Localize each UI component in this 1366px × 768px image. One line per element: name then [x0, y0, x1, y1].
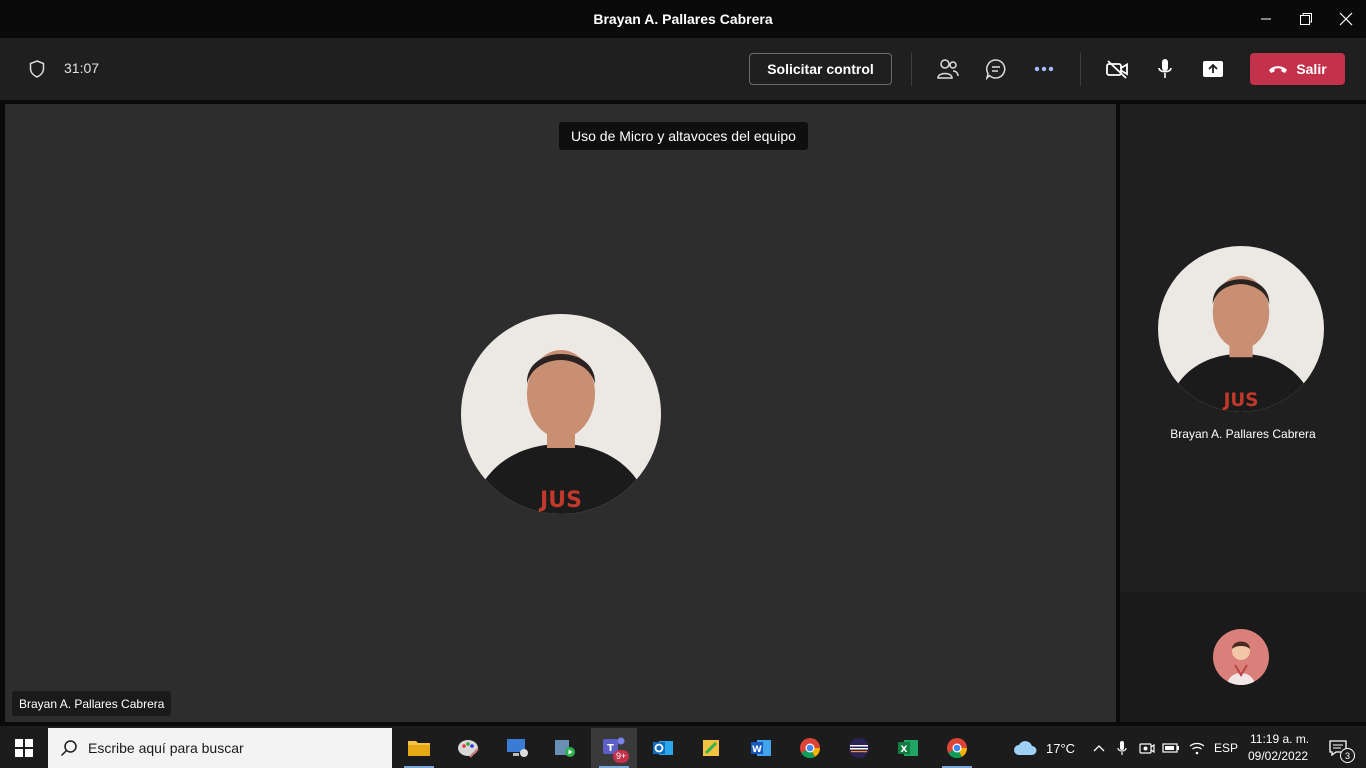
microphone-icon	[1158, 59, 1172, 78]
windows-taskbar: Escribe aquí para buscar T 9+ W X 17°C E…	[0, 726, 1366, 768]
windows-logo-icon	[15, 739, 33, 757]
tray-battery[interactable]	[1160, 728, 1182, 768]
svg-text:W: W	[752, 745, 762, 755]
camera-off-icon	[1106, 60, 1128, 79]
language-indicator[interactable]: ESP	[1214, 741, 1238, 755]
microphone-button[interactable]	[1152, 55, 1178, 83]
tray-overflow-button[interactable]	[1090, 728, 1108, 768]
folder-icon	[408, 741, 430, 756]
second-participant-tile	[1120, 592, 1366, 722]
tray-wifi[interactable]	[1186, 728, 1208, 768]
chat-button[interactable]	[982, 55, 1010, 83]
restore-icon	[1300, 13, 1312, 25]
more-icon	[1034, 66, 1054, 72]
clock-date[interactable]: 09/02/2022	[1248, 749, 1308, 763]
taskbar-chrome-2[interactable]	[934, 728, 980, 768]
meeting-timer: 31:07	[64, 60, 100, 76]
minimize-button[interactable]	[1246, 0, 1286, 38]
participant-avatar-small: JUS	[1158, 246, 1324, 412]
chrome-icon	[947, 738, 968, 759]
participant-name-tag: Brayan A. Pallares Cabrera	[12, 691, 172, 716]
chevron-up-icon	[1093, 745, 1105, 752]
participant-avatar-large: JUS	[461, 314, 661, 514]
monitor-icon	[507, 739, 528, 757]
taskbar-excel[interactable]: X	[885, 728, 931, 768]
minimize-icon	[1261, 18, 1271, 20]
eclipse-icon	[849, 738, 869, 758]
clock-time[interactable]: 11:19 a. m.	[1250, 732, 1309, 746]
share-screen-button[interactable]	[1199, 55, 1227, 83]
request-control-button[interactable]: Solicitar control	[749, 53, 892, 85]
shield-icon	[26, 58, 48, 80]
audio-tooltip: Uso de Micro y altavoces del equipo	[559, 122, 808, 150]
close-button[interactable]	[1326, 0, 1366, 38]
leave-button[interactable]: Salir	[1250, 53, 1345, 85]
taskbar-eclipse[interactable]	[836, 728, 882, 768]
taskbar-chrome[interactable]	[787, 728, 833, 768]
meeting-toolbar: 31:07 Solicitar control Salir	[0, 38, 1366, 100]
second-participant-avatar	[1213, 629, 1269, 685]
hang-up-icon	[1269, 66, 1288, 73]
chrome-icon	[800, 738, 821, 759]
taskbar-file-explorer[interactable]	[396, 728, 442, 768]
side-panel: JUS Brayan A. Pallares Cabrera	[1120, 104, 1366, 722]
taskbar-remote-app[interactable]	[494, 728, 540, 768]
share-icon	[1203, 61, 1223, 77]
chat-icon	[985, 59, 1006, 80]
weather-widget[interactable]	[1010, 728, 1040, 768]
taskbar-teams[interactable]: T 9+	[591, 728, 637, 768]
leave-label: Salir	[1296, 61, 1327, 77]
side-participant-name: Brayan A. Pallares Cabrera	[1170, 427, 1316, 441]
cloud-icon	[1014, 741, 1037, 755]
tools-icon	[703, 740, 719, 756]
taskbar-paint-app[interactable]	[445, 728, 491, 768]
search-placeholder: Escribe aquí para buscar	[88, 740, 244, 756]
weather-temperature: 17°C	[1046, 741, 1076, 756]
toolbar-divider	[911, 52, 912, 86]
people-icon	[937, 59, 959, 79]
battery-icon	[1162, 743, 1179, 753]
excel-icon: X	[898, 740, 918, 756]
microphone-icon	[1117, 741, 1127, 755]
more-options-button[interactable]	[1030, 55, 1058, 83]
taskbar-media-app[interactable]	[542, 728, 588, 768]
camera-toggle-button[interactable]	[1102, 55, 1132, 83]
main-video-stage: Uso de Micro y altavoces del equipo JUS …	[5, 104, 1116, 722]
search-icon	[60, 740, 77, 757]
camera-icon	[1139, 743, 1155, 754]
window-title: Brayan A. Pallares Cabrera	[593, 11, 773, 27]
participants-button[interactable]	[934, 55, 962, 83]
svg-text:JUS: JUS	[1222, 390, 1259, 411]
start-button[interactable]	[0, 728, 48, 768]
tray-microphone[interactable]	[1112, 728, 1132, 768]
notification-count: 3	[1340, 748, 1355, 763]
taskbar-word[interactable]: W	[738, 728, 784, 768]
wifi-icon	[1189, 742, 1205, 755]
notification-center-button[interactable]: 3	[1318, 728, 1358, 768]
taskbar-search-box[interactable]: Escribe aquí para buscar	[48, 728, 392, 768]
toolbar-divider	[1080, 52, 1081, 86]
outlook-icon	[653, 741, 673, 755]
tray-meet-now[interactable]	[1136, 728, 1158, 768]
taskbar-sticky-app[interactable]	[689, 728, 735, 768]
window-titlebar: Brayan A. Pallares Cabrera	[0, 0, 1366, 38]
media-icon	[555, 740, 575, 757]
restore-button[interactable]	[1286, 0, 1326, 38]
word-icon: W	[751, 740, 771, 756]
self-view-tile: JUS Brayan A. Pallares Cabrera	[1120, 104, 1366, 590]
close-icon	[1339, 12, 1353, 26]
svg-text:JUS: JUS	[538, 488, 582, 513]
taskbar-outlook[interactable]	[640, 728, 686, 768]
palette-icon	[458, 740, 479, 758]
svg-text:X: X	[901, 745, 908, 755]
teams-badge: 9+	[613, 750, 630, 763]
